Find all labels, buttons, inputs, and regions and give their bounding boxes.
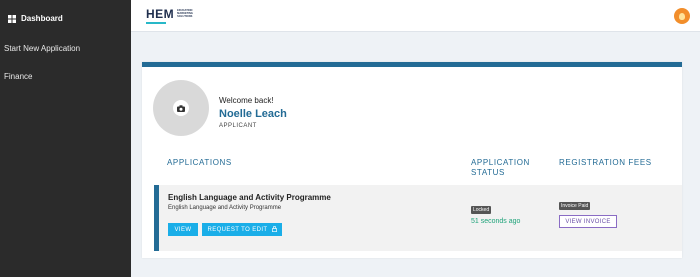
applications-header: APPLICATIONS [167,158,232,167]
sidebar-item-label: Dashboard [21,14,63,23]
dashboard-card: Welcome back! Noelle Leach APPLICANT APP… [142,62,682,258]
top-bar: HEM EDUCATION MARKETING SOLUTIONS [131,0,700,32]
lock-icon [271,225,277,234]
application-subtitle: English Language and Activity Programme [168,205,282,211]
sidebar-item-dashboard[interactable]: Dashboard [0,14,131,23]
avatar[interactable] [153,80,209,136]
sidebar-item-label: Start New Application [4,44,81,53]
sidebar-item-label: Finance [4,72,33,81]
sidebar-item-finance[interactable]: Finance [0,72,131,81]
application-row: English Language and Activity Programme … [154,185,682,251]
dashboard-icon [8,14,16,23]
user-name: Noelle Leach [219,108,287,120]
user-role: APPLICANT [219,123,257,129]
lightbulb-icon[interactable] [674,8,690,24]
logo-text: HEM [146,7,175,21]
view-invoice-button[interactable]: VIEW INVOICE [559,215,617,228]
sidebar-item-start-new-application[interactable]: Start New Application [0,44,131,53]
status-timestamp: 51 seconds ago [471,218,521,225]
status-badge: Locked [471,206,492,214]
request-to-edit-button[interactable]: REQUEST TO EDIT [202,223,282,236]
registration-fees-header: REGISTRATION FEES [559,158,652,167]
hem-logo[interactable]: HEM EDUCATION MARKETING SOLUTIONS [146,7,193,24]
invoice-paid-badge: Invoice Paid [559,202,591,210]
application-title: English Language and Activity Programme [168,193,331,202]
sidebar: Dashboard Start New Application Finance [0,0,131,277]
logo-tagline: EDUCATION MARKETING SOLUTIONS [177,9,193,18]
logo-underline [146,22,166,24]
welcome-text: Welcome back! [219,96,274,105]
camera-icon[interactable] [173,100,189,116]
view-button[interactable]: VIEW [168,223,198,236]
application-status-header: APPLICATION STATUS [471,158,530,177]
